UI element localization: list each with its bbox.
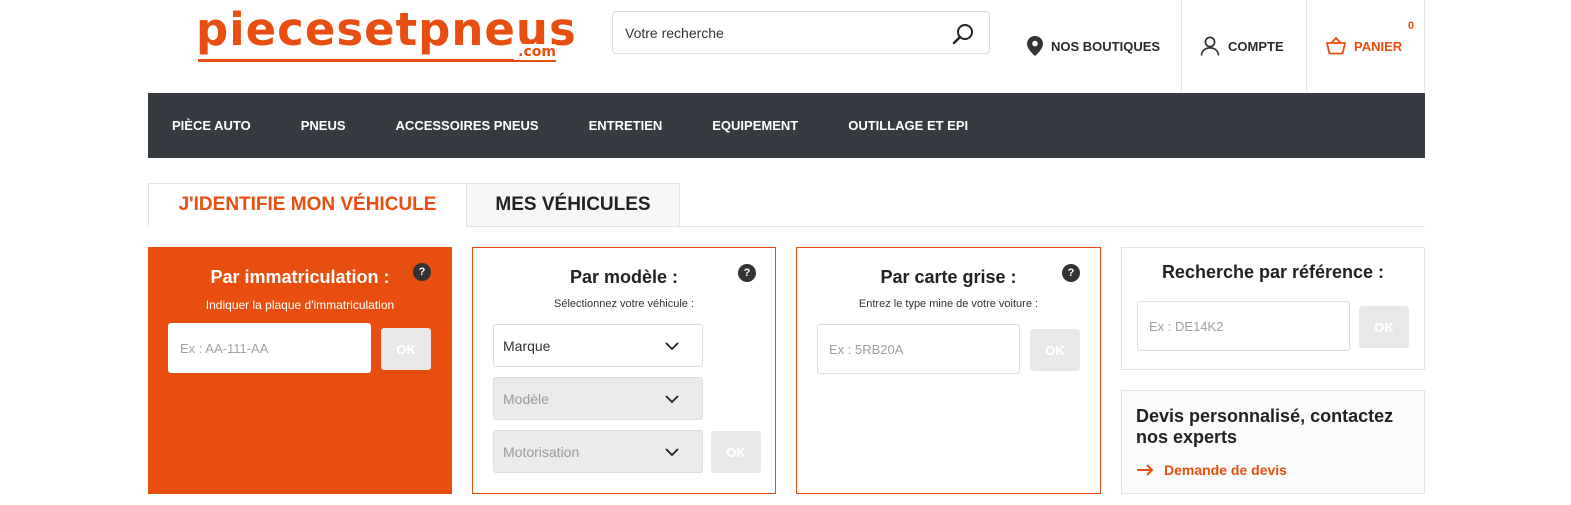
help-icon[interactable]: ? [1062, 264, 1080, 282]
chevron-down-icon [665, 448, 679, 457]
header-divider [1424, 0, 1425, 92]
header-divider [1181, 0, 1182, 92]
engine-select-value: Motorisation [503, 443, 580, 460]
brand-select-value: Marque [503, 337, 551, 354]
model-ok-button[interactable]: OK [711, 431, 761, 473]
search-icon[interactable] [951, 22, 975, 46]
basket-icon [1326, 37, 1346, 55]
card-panel-subtitle: Entrez le type mine de votre voiture : [858, 298, 1039, 310]
cart-label: PANIER [1354, 38, 1403, 54]
nav-item-outillage[interactable]: OUTILLAGE ET EPI [848, 118, 968, 133]
arrow-right-icon [1137, 464, 1154, 476]
reference-input[interactable] [1138, 302, 1349, 350]
model-search-panel: Par modèle : ? Sélectionnez votre véhicu… [472, 247, 776, 494]
quote-panel: Devis personnalisé, contactez nos expert… [1121, 390, 1425, 494]
tab-my-vehicles[interactable]: MES VÉHICULES [466, 183, 680, 227]
brand-select[interactable]: Marque [493, 324, 703, 367]
reference-panel-title: Recherche par référence : [1161, 262, 1385, 282]
nav-item-entretien[interactable]: ENTRETIEN [589, 118, 663, 133]
help-icon[interactable]: ? [738, 264, 756, 282]
model-select-value: Modèle [503, 390, 549, 407]
shops-label: NOS BOUTIQUES [1051, 38, 1161, 54]
cart-link[interactable]: PANIER [1326, 0, 1402, 92]
location-pin-icon [1027, 36, 1043, 56]
card-panel-title: Par carte grise : [880, 267, 1017, 287]
quote-request-label: Demande de devis [1164, 462, 1287, 478]
user-icon [1200, 36, 1220, 56]
plate-field-wrapper [168, 323, 371, 373]
plate-search-panel: Par immatriculation : ? Indiquer la plaq… [148, 247, 452, 494]
plate-input[interactable] [169, 324, 370, 372]
chevron-down-icon [665, 342, 679, 351]
shops-link[interactable]: NOS BOUTIQUES [1027, 0, 1160, 92]
reference-field-wrapper [1137, 301, 1350, 351]
nav-item-accessoires-pneus[interactable]: ACCESSOIRES PNEUS [396, 118, 539, 133]
cart-count-badge: 0 [1408, 20, 1415, 32]
quote-panel-title: Devis personnalisé, contactez nos expert… [1136, 406, 1394, 447]
site-logo[interactable]: piecesetpneus .com [196, 7, 576, 68]
mine-type-field-wrapper [817, 324, 1020, 374]
registration-card-panel: Par carte grise : ? Entrez le type mine … [796, 247, 1101, 494]
header-divider [1306, 0, 1307, 92]
chevron-down-icon [665, 395, 679, 404]
mine-type-input[interactable] [818, 325, 1019, 373]
card-ok-button[interactable]: OK [1030, 329, 1080, 371]
search-box [612, 11, 990, 54]
account-link[interactable]: COMPTE [1200, 0, 1284, 92]
engine-select[interactable]: Motorisation [493, 430, 703, 473]
quote-request-link[interactable]: Demande de devis [1136, 462, 1287, 478]
main-nav: PIÈCE AUTO PNEUS ACCESSOIRES PNEUS ENTRE… [148, 93, 1425, 158]
plate-panel-title: Par immatriculation : [210, 267, 390, 287]
nav-item-piece-auto[interactable]: PIÈCE AUTO [172, 118, 251, 133]
plate-panel-subtitle: Indiquer la plaque d'immatriculation [205, 298, 395, 312]
tab-identify-vehicle[interactable]: J'IDENTIFIE MON VÉHICULE [148, 183, 467, 227]
model-panel-title: Par modèle : [569, 267, 679, 287]
reference-ok-button[interactable]: OK [1359, 306, 1409, 348]
logo-suffix: .com [514, 44, 556, 60]
account-label: COMPTE [1228, 38, 1284, 54]
reference-search-panel: Recherche par référence : OK [1121, 247, 1425, 370]
search-input[interactable] [613, 12, 933, 53]
nav-item-pneus[interactable]: PNEUS [301, 118, 346, 133]
model-panel-subtitle: Sélectionnez votre véhicule : [553, 298, 695, 310]
help-icon[interactable]: ? [413, 263, 431, 281]
logo-underline [198, 59, 556, 62]
model-select[interactable]: Modèle [493, 377, 703, 420]
nav-item-equipement[interactable]: EQUIPEMENT [712, 118, 798, 133]
plate-ok-button[interactable]: OK [381, 328, 431, 370]
